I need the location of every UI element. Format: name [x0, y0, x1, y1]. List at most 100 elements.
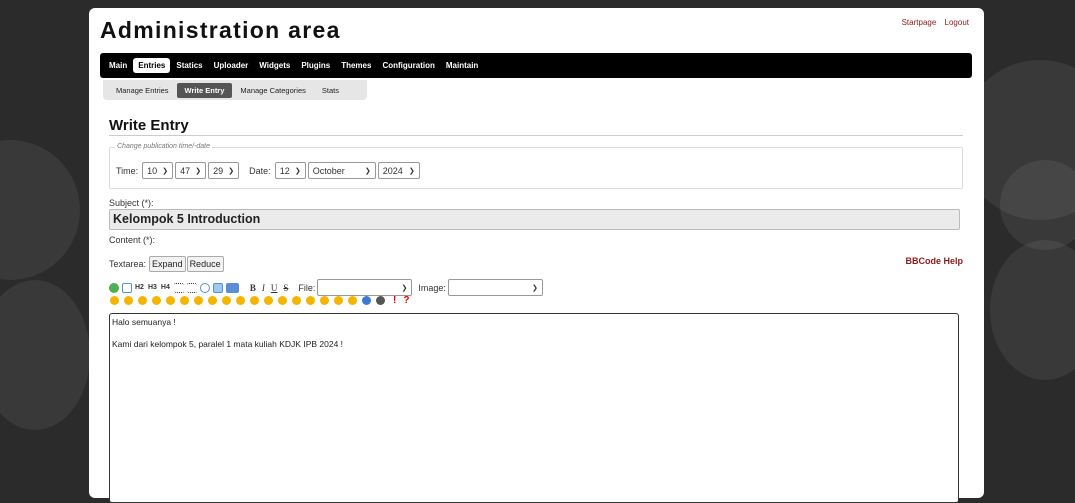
bbcode-help-link[interactable]: BBCode Help	[905, 256, 963, 266]
textarea-label: Textarea:	[109, 259, 147, 269]
year-value: 2024	[382, 165, 403, 176]
hour-select[interactable]: 10 ❯	[142, 162, 174, 179]
underline-icon[interactable]: U	[271, 283, 278, 293]
chevron-down-icon: ❯	[162, 167, 169, 175]
smiley-icon[interactable]	[236, 296, 245, 305]
smiley-icon[interactable]	[292, 296, 301, 305]
smiley-icon[interactable]	[278, 296, 287, 305]
smiley-icon[interactable]	[306, 296, 315, 305]
smiley-icon[interactable]	[124, 296, 133, 305]
chevron-down-icon: ❯	[532, 284, 538, 292]
strikethrough-icon[interactable]: S	[283, 283, 288, 293]
month-select[interactable]: October ❯	[307, 162, 376, 179]
h4-icon[interactable]: H4	[161, 284, 170, 291]
second-select[interactable]: 29 ❯	[208, 162, 240, 179]
reduce-button[interactable]: Reduce	[186, 256, 224, 272]
ordered-list-icon[interactable]	[186, 282, 197, 293]
page-header-title: Administration area	[100, 17, 341, 43]
expand-button[interactable]: Expand	[149, 256, 186, 272]
content-line	[112, 328, 956, 339]
publication-legend: Change publication time/-date	[115, 143, 213, 150]
smiley-icon[interactable]	[250, 296, 259, 305]
admin-panel: Administration area Startpage Logout Mai…	[89, 8, 984, 503]
globe-icon[interactable]	[109, 282, 119, 293]
publication-fieldset: Change publication time/-date Time: 10 ❯ …	[109, 143, 963, 189]
chevron-down-icon: ❯	[401, 284, 408, 292]
chevron-down-icon: ❯	[364, 167, 371, 175]
day-value: 12	[279, 165, 290, 176]
chevron-down-icon: ❯	[294, 167, 301, 175]
nav-entries[interactable]: Entries	[133, 58, 171, 73]
image-select[interactable]: ❯	[447, 279, 543, 296]
nav-statics[interactable]: Statics	[171, 58, 207, 73]
smiley-icon[interactable]	[264, 296, 273, 305]
unordered-list-icon[interactable]	[173, 282, 184, 293]
italic-icon[interactable]: I	[262, 283, 265, 293]
nav-widgets[interactable]: Widgets	[254, 58, 295, 73]
smiley-icon[interactable]	[208, 296, 217, 305]
nav-main[interactable]: Main	[104, 58, 132, 73]
subnav-stats[interactable]: Stats	[314, 83, 347, 98]
content-textarea[interactable]: Halo semuanya ! Kami dari kelompok 5, pa…	[109, 313, 959, 503]
nav-uploader[interactable]: Uploader	[209, 58, 254, 73]
minute-value: 47	[180, 165, 191, 176]
day-select[interactable]: 12 ❯	[274, 162, 306, 179]
smiley-icon[interactable]	[138, 296, 147, 305]
dot-icon[interactable]	[376, 296, 385, 305]
smiley-icon[interactable]	[222, 296, 231, 305]
time-label: Time:	[116, 165, 139, 176]
subnav-manage-categories[interactable]: Manage Categories	[232, 83, 313, 98]
question-icon[interactable]: ?	[403, 295, 409, 306]
smiley-bar: ! ?	[110, 295, 409, 306]
smiley-icon[interactable]	[348, 296, 357, 305]
subject-label: Subject (*):	[109, 198, 154, 208]
top-links: Startpage Logout	[896, 18, 969, 27]
email-icon[interactable]	[122, 282, 132, 293]
h3-icon[interactable]: H3	[148, 284, 157, 291]
smiley-icon[interactable]	[166, 296, 175, 305]
code-icon[interactable]	[225, 282, 239, 293]
chevron-down-icon: ❯	[228, 167, 235, 175]
file-select[interactable]: ❯	[317, 279, 413, 296]
textarea-controls: Textarea: Expand Reduce	[109, 256, 224, 272]
h2-icon[interactable]: H2	[135, 284, 144, 291]
publication-row: Time: 10 ❯ 47 ❯ 29 ❯ Date: 12 ❯ October ❯ 202…	[116, 162, 420, 179]
content-line: Halo semuanya !	[112, 317, 176, 327]
smiley-icon[interactable]	[152, 296, 161, 305]
chevron-down-icon: ❯	[408, 167, 415, 175]
magnifier-icon[interactable]	[362, 296, 371, 305]
second-value: 29	[213, 165, 224, 176]
exclamation-icon[interactable]: !	[393, 295, 396, 306]
title-divider	[109, 135, 963, 136]
minute-select[interactable]: 47 ❯	[175, 162, 207, 179]
logout-link[interactable]: Logout	[945, 18, 969, 27]
startpage-link[interactable]: Startpage	[902, 18, 937, 27]
content-label: Content (*):	[109, 235, 156, 245]
date-label: Date:	[249, 165, 271, 176]
bold-icon[interactable]: B	[250, 283, 256, 293]
smiley-icon[interactable]	[110, 296, 119, 305]
smiley-icon[interactable]	[320, 296, 329, 305]
nav-configuration[interactable]: Configuration	[377, 58, 439, 73]
chevron-down-icon: ❯	[195, 167, 202, 175]
quote-icon[interactable]	[199, 282, 210, 293]
nav-plugins[interactable]: Plugins	[296, 58, 335, 73]
smiley-icon[interactable]	[334, 296, 343, 305]
file-label: File:	[298, 282, 316, 293]
smiley-icon[interactable]	[180, 296, 189, 305]
bbcode-toolbar: H2 H3 H4 B I U S File: ❯ Image: ❯	[109, 279, 543, 296]
hour-value: 10	[147, 165, 158, 176]
sub-nav: Manage Entries Write Entry Manage Catego…	[103, 80, 367, 100]
image-icon[interactable]	[212, 282, 223, 293]
main-nav: Main Entries Statics Uploader Widgets Pl…	[100, 53, 972, 78]
subnav-manage-entries[interactable]: Manage Entries	[108, 83, 177, 98]
subject-input[interactable]: Kelompok 5 Introduction	[109, 209, 960, 230]
image-label: Image:	[418, 282, 446, 293]
smiley-icon[interactable]	[194, 296, 203, 305]
year-select[interactable]: 2024 ❯	[377, 162, 420, 179]
subnav-write-entry[interactable]: Write Entry	[176, 82, 233, 98]
content-line: Kami dari kelompok 5, paralel 1 mata kul…	[112, 339, 344, 349]
nav-themes[interactable]: Themes	[336, 58, 376, 73]
nav-maintain[interactable]: Maintain	[441, 58, 483, 73]
page-title: Write Entry	[109, 117, 189, 134]
